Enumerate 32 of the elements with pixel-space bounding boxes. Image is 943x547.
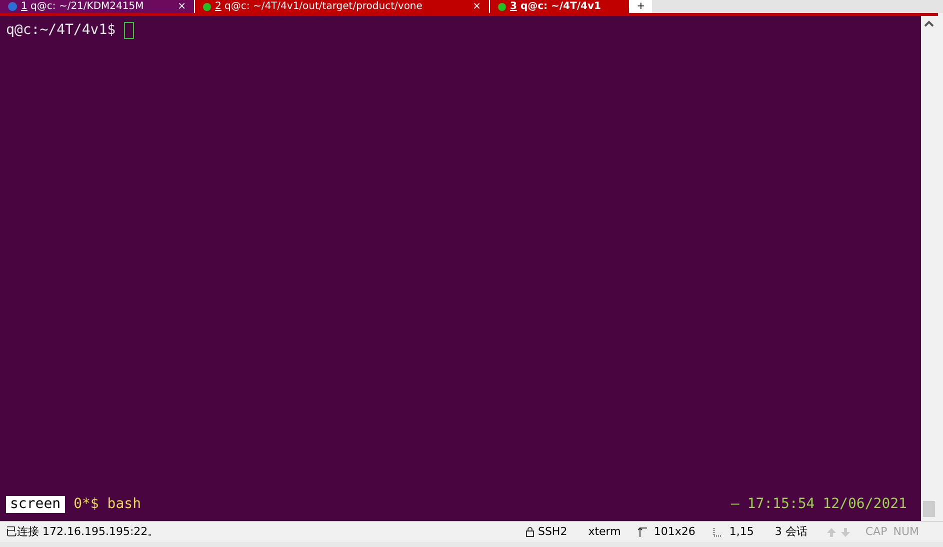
- connection-status: 已连接 172.16.195.195:22。: [6, 524, 159, 540]
- terminal-type: xterm: [588, 524, 621, 540]
- session-tab[interactable]: 2 q@c: ~/4T/4v1/out/target/product/vone ×: [195, 0, 490, 13]
- clock-date: 12/06/2021: [822, 495, 907, 514]
- tab-title: 1 q@c: ~/21/KDM2415M: [21, 2, 145, 12]
- arrow-up-icon: [826, 526, 838, 538]
- session-tab[interactable]: 1 q@c: ~/21/KDM2415M ×: [0, 0, 195, 13]
- scroll-up-icon[interactable]: [924, 20, 934, 27]
- cursor-block: [124, 22, 134, 39]
- info-icon: [8, 2, 17, 11]
- terminal-size: 101x26: [654, 524, 696, 540]
- resize-icon: [638, 527, 647, 537]
- clock-time: 17:15:54: [747, 495, 815, 514]
- tab-title: 2 q@c: ~/4T/4v1/out/target/product/vone: [215, 2, 424, 12]
- key-indicator: NUM: [893, 524, 919, 540]
- session-count: 3 会话: [774, 524, 808, 540]
- close-icon[interactable]: ×: [472, 2, 481, 12]
- lock-icon: [526, 527, 534, 537]
- cursor-position: 1,15: [729, 524, 754, 540]
- protocol-label: SSH2: [538, 524, 568, 540]
- close-icon[interactable]: ×: [178, 2, 186, 12]
- screen-label: screen: [6, 496, 65, 513]
- dash-mark: —: [730, 495, 740, 514]
- new-tab-button[interactable]: +: [630, 0, 652, 13]
- tab-title: 3 q@c: ~/4T/4v1: [510, 2, 602, 12]
- cursor-position-icon: [713, 527, 722, 537]
- scroll-thumb[interactable]: [923, 501, 935, 517]
- key-indicator: CAP: [865, 524, 888, 540]
- shell-prompt: q@c:~/4T/4v1$: [6, 21, 117, 40]
- window-list: 0*$ bash: [74, 494, 142, 515]
- arrow-down-icon: [840, 526, 852, 538]
- session-tab[interactable]: 3 q@c: ~/4T/4v1: [490, 0, 630, 13]
